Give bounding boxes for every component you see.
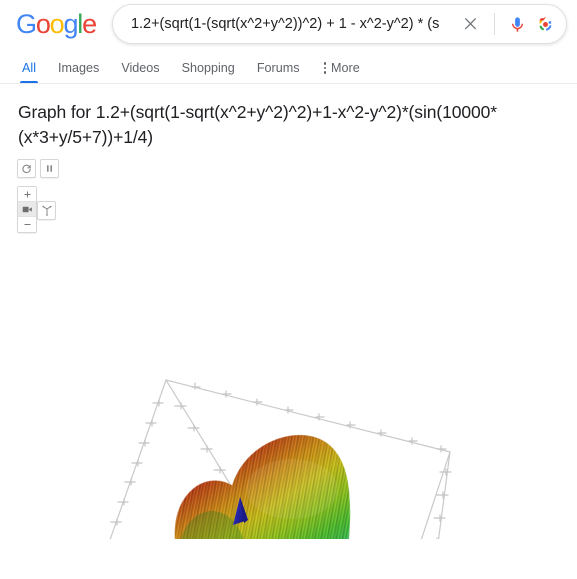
google-lens-icon[interactable] [535, 13, 557, 35]
tab-images-label: Images [58, 61, 100, 75]
result-title-block: Graph for 1.2+(sqrt(1-sqrt(x^2+y^2)^2)+1… [0, 84, 577, 150]
tab-shopping[interactable]: Shopping [171, 61, 246, 84]
search-header: Google 1.2+(sqrt(1-(sqrt(x^2+y^2))^2) + … [0, 0, 577, 48]
page-title: Graph for 1.2+(sqrt(1-sqrt(x^2+y^2)^2)+1… [18, 102, 497, 147]
close-icon[interactable] [460, 13, 482, 35]
search-box[interactable]: 1.2+(sqrt(1-(sqrt(x^2+y^2))^2) + 1 - x^2… [111, 4, 567, 44]
minus-icon[interactable] [18, 217, 36, 232]
tab-images[interactable]: Images [47, 61, 110, 84]
tab-shopping-label: Shopping [181, 61, 235, 75]
google-logo[interactable]: Google [16, 10, 97, 38]
search-input[interactable]: 1.2+(sqrt(1-(sqrt(x^2+y^2))^2) + 1 - x^2… [131, 14, 457, 34]
tab-more[interactable]: More [311, 61, 371, 84]
plus-icon[interactable] [18, 187, 36, 202]
axes-3d-icon[interactable] [37, 201, 56, 220]
kebab-menu-icon [323, 62, 327, 74]
tab-more-label: More [331, 61, 360, 75]
tab-forums-label: Forums [256, 61, 300, 75]
microphone-icon[interactable] [507, 13, 529, 35]
tab-videos-label: Videos [121, 61, 160, 75]
google-search-results-page: Google 1.2+(sqrt(1-(sqrt(x^2+y^2))^2) + … [0, 0, 577, 579]
graph-canvas[interactable] [0, 159, 577, 539]
search-tabs: All Images Videos Shopping Forums More [0, 48, 577, 84]
graph-playback-controls [17, 159, 59, 178]
pause-icon[interactable] [40, 159, 59, 178]
pan-camera-icon[interactable] [18, 202, 36, 217]
surface-mesh [174, 434, 351, 539]
tab-videos[interactable]: Videos [110, 61, 170, 84]
graph-zoom-controls [17, 186, 37, 233]
search-divider [493, 13, 495, 35]
tab-all-label: All [22, 61, 36, 75]
tabs-divider [0, 83, 577, 84]
surface-plot-3d[interactable] [0, 159, 577, 539]
tab-all[interactable]: All [11, 61, 47, 84]
refresh-icon[interactable] [17, 159, 36, 178]
tab-forums[interactable]: Forums [246, 61, 311, 84]
